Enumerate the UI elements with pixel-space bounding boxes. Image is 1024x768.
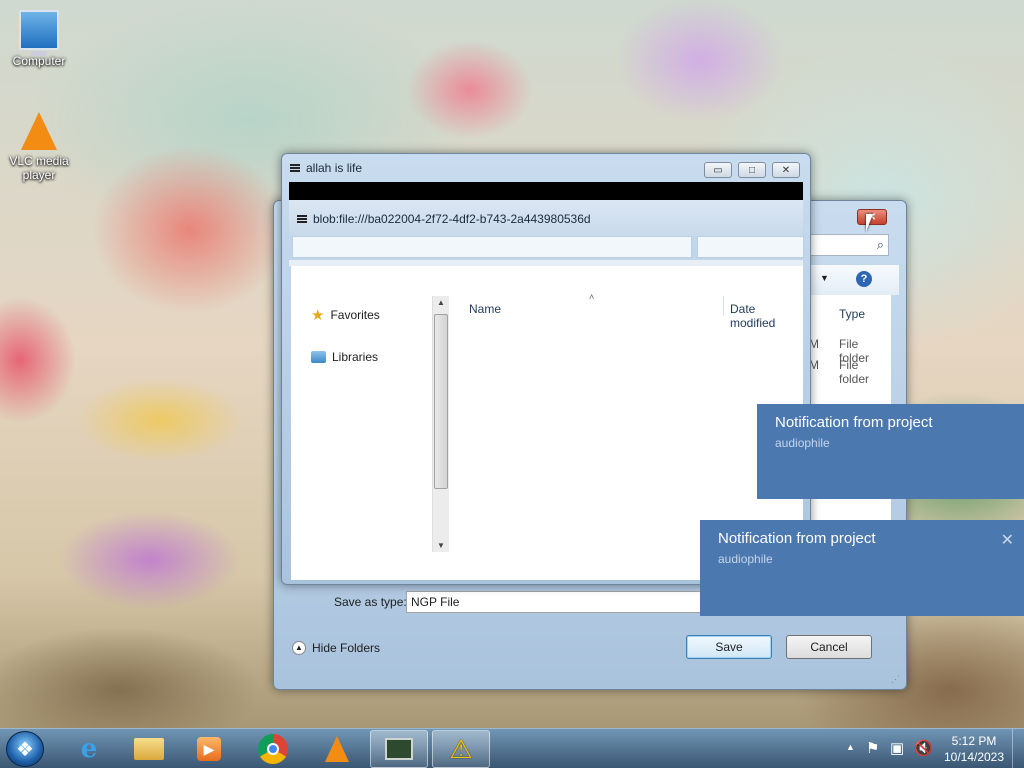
minimize-button[interactable]: ▭ xyxy=(704,162,732,178)
column-name[interactable]: Name xyxy=(469,302,501,316)
desktop-icon-computer[interactable]: Computer xyxy=(4,10,74,68)
help-icon[interactable]: ? xyxy=(856,271,872,287)
table-row[interactable]: M File folder xyxy=(809,337,891,365)
chevron-up-icon: ▲ xyxy=(292,641,306,655)
address-bar[interactable] xyxy=(292,236,692,258)
minimize-icon: ▭ xyxy=(713,164,723,176)
window-menu-icon xyxy=(297,215,307,223)
show-desktop-button[interactable] xyxy=(1012,729,1024,768)
hide-folders-toggle[interactable]: ▲ Hide Folders xyxy=(292,641,380,655)
sort-arrow-icon: ˄ xyxy=(589,292,595,302)
taskbar-vlc[interactable] xyxy=(308,730,366,768)
resize-grip-icon[interactable]: ⋰ xyxy=(891,674,900,685)
notification-subtitle: audiophile xyxy=(718,552,773,566)
vlc-icon xyxy=(325,736,349,762)
libraries-icon xyxy=(311,351,326,363)
taskbar-app[interactable] xyxy=(370,730,428,768)
chevron-down-icon[interactable]: ▼ xyxy=(820,273,829,283)
scroll-down-icon[interactable]: ▼ xyxy=(433,541,449,550)
taskbar-explorer[interactable] xyxy=(120,730,178,768)
save-button[interactable]: Save xyxy=(686,635,772,659)
show-hidden-icons-icon[interactable]: ▲ xyxy=(846,742,855,752)
taskbar-warning[interactable]: ⚠ xyxy=(432,730,490,768)
vlc-icon xyxy=(21,112,57,150)
search-box[interactable]: ⌕ xyxy=(804,234,889,256)
clock-date: 10/14/2023 xyxy=(943,750,1005,764)
column-divider xyxy=(723,296,724,316)
start-button[interactable] xyxy=(6,731,44,767)
table-row[interactable]: M File folder xyxy=(809,358,891,386)
scroll-up-icon[interactable]: ▲ xyxy=(433,298,449,307)
taskbar: e ▶ ⚠ ▲ ⚑ ▣ 🔇 5:12 PM 10/14/2023 xyxy=(0,728,1024,768)
maximize-button[interactable]: □ xyxy=(738,162,766,178)
close-icon[interactable]: ✕ xyxy=(1001,530,1014,550)
sidebar-item-favorites[interactable]: ★ Favorites xyxy=(311,306,380,324)
search-icon: ⌕ xyxy=(876,237,884,252)
sidebar-item-libraries[interactable]: Libraries xyxy=(311,350,378,364)
warning-icon: ⚠ xyxy=(449,733,473,764)
window-menu-icon xyxy=(290,164,300,172)
save-as-type-label: Save as type: xyxy=(334,595,407,609)
address-bar-right[interactable] xyxy=(697,236,804,258)
notification-toast[interactable]: Notification from project audiophile ✕ xyxy=(700,520,1024,616)
toolbar-strip: ▼ ? xyxy=(804,265,899,295)
save-as-type-select[interactable]: NGP File xyxy=(406,591,706,613)
monitor-icon xyxy=(385,738,413,760)
media-player-icon: ▶ xyxy=(197,737,221,761)
cancel-button[interactable]: Cancel xyxy=(786,635,872,659)
taskbar-chrome[interactable] xyxy=(244,730,302,768)
column-type[interactable]: Type xyxy=(839,307,865,321)
desktop-icon-vlc[interactable]: VLC media player xyxy=(4,112,74,182)
clock-time: 5:12 PM xyxy=(951,734,997,748)
window-title: allah is life xyxy=(290,160,362,176)
close-icon: ✕ xyxy=(781,164,791,176)
dialog-title: blob:file:///ba022004-2f72-4df2-b743-2a4… xyxy=(313,212,591,226)
inner-caption: blob:file:///ba022004-2f72-4df2-b743-2a4… xyxy=(289,200,803,236)
desktop-icon-label: VLC media player xyxy=(9,154,69,182)
desktop-icon-label: Computer xyxy=(12,54,66,68)
scroll-thumb[interactable] xyxy=(434,314,448,489)
notification-title: Notification from project xyxy=(718,530,876,547)
taskbar-ie[interactable]: e xyxy=(60,730,118,768)
internet-explorer-icon: e xyxy=(80,734,98,764)
volume-muted-icon[interactable]: 🔇 xyxy=(914,739,933,757)
taskbar-media-player[interactable]: ▶ xyxy=(180,730,238,768)
close-button[interactable]: ✕ xyxy=(772,162,800,178)
computer-icon xyxy=(19,10,59,56)
notification-title: Notification from project xyxy=(775,414,933,431)
star-icon: ★ xyxy=(311,307,325,324)
cursor-icon xyxy=(866,214,873,232)
notification-subtitle: audiophile xyxy=(775,436,830,450)
sidebar-scrollbar[interactable]: ▲ ▼ xyxy=(432,296,449,552)
maximize-icon: □ xyxy=(748,164,756,176)
chrome-icon xyxy=(258,734,288,764)
black-bar xyxy=(289,182,803,200)
clock[interactable]: 5:12 PM 10/14/2023 xyxy=(938,733,1010,765)
column-date-modified[interactable]: Date modified xyxy=(730,302,803,330)
folder-icon xyxy=(134,738,164,760)
notification-toast[interactable]: Notification from project audiophile xyxy=(757,404,1024,499)
network-icon[interactable]: ▣ xyxy=(890,739,904,757)
action-center-icon[interactable]: ⚑ xyxy=(866,739,879,757)
